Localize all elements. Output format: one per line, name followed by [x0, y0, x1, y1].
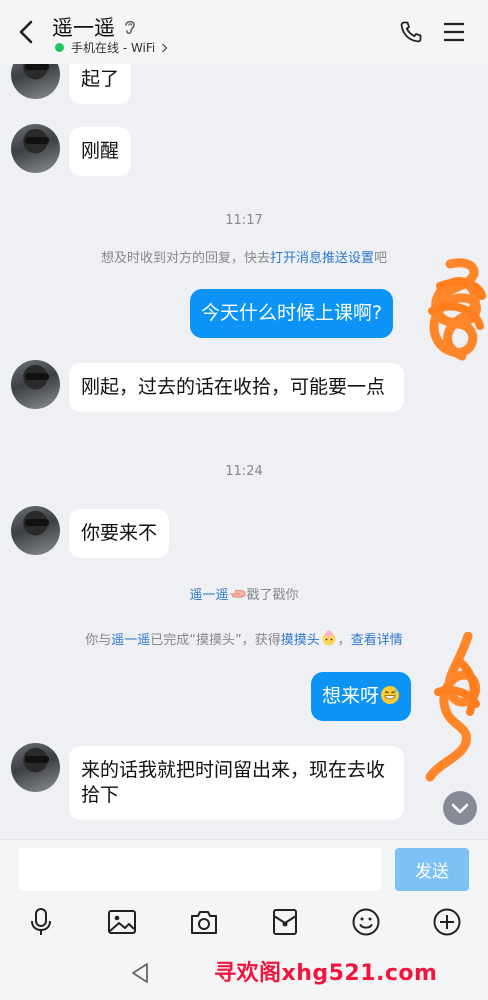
grinning-sweat-emoji — [381, 686, 400, 704]
pat-user-link[interactable]: 遥一遥 — [111, 633, 150, 648]
system-notice-push: 想及时收到对方的回复，快去打开消息推送设置吧 — [0, 247, 488, 266]
chat-header: 遥一遥 手机在线 - WiFi — [0, 0, 488, 64]
send-button[interactable]: 发送 — [395, 848, 469, 891]
message-bubble-outgoing[interactable]: 想来呀 — [311, 672, 412, 721]
pat-head-emoji-icon — [322, 630, 336, 646]
online-dot-icon — [55, 43, 64, 52]
system-text: 吧 — [374, 251, 388, 266]
system-text: 想及时收到对方的回复，快去 — [100, 251, 270, 266]
plus-icon[interactable] — [432, 907, 462, 937]
back-arrow-icon[interactable] — [14, 18, 40, 46]
contact-title[interactable]: 遥一遥 — [52, 12, 137, 42]
image-icon[interactable] — [107, 907, 137, 937]
contact-avatar[interactable] — [11, 360, 60, 409]
timestamp: 11:24 — [225, 464, 263, 479]
redaction-scribble — [428, 258, 486, 361]
online-status-text: 手机在线 - WiFi — [71, 41, 156, 55]
message-bubble-incoming[interactable]: 来的话我就把时间留出来，现在去收拾下 — [69, 746, 404, 820]
message-input[interactable] — [19, 848, 381, 891]
red-packet-icon[interactable] — [270, 907, 300, 937]
system-text: 戳了戳你 — [246, 588, 299, 603]
contact-avatar[interactable] — [11, 743, 60, 792]
pat-badge-link[interactable]: 摸摸头 — [281, 633, 320, 648]
emoji-icon[interactable] — [351, 907, 381, 937]
chevron-down-icon — [451, 803, 469, 814]
chat-message-list[interactable]: 起了 刚醒 11:17 想及时收到对方的回复，快去打开消息推送设置吧 今天什么时… — [0, 64, 488, 839]
contact-avatar[interactable] — [11, 124, 60, 173]
message-bubble-incoming[interactable]: 刚醒 — [69, 127, 132, 176]
chevron-right-icon — [162, 43, 168, 52]
nav-back-icon[interactable] — [130, 962, 150, 984]
system-text: 已完成“摸摸头”，获得 — [150, 633, 281, 648]
contact-name: 遥一遥 — [52, 16, 115, 40]
poke-user-link[interactable]: 遥一遥 — [189, 588, 228, 603]
watermark: 寻欢阁xhg521.com — [214, 961, 438, 986]
input-toolbar — [0, 901, 488, 945]
online-status[interactable]: 手机在线 - WiFi — [55, 39, 168, 56]
system-text: ， — [337, 633, 351, 648]
contact-avatar[interactable] — [11, 64, 60, 99]
redaction-scribble — [425, 632, 481, 782]
phone-call-icon[interactable] — [399, 20, 423, 44]
system-notice-poke: 遥一遥 戳了戳你 — [0, 584, 488, 603]
scroll-to-bottom-button[interactable] — [443, 791, 477, 825]
message-bubble-incoming[interactable]: 你要来不 — [69, 509, 170, 558]
open-push-settings-link[interactable]: 打开消息推送设置 — [270, 251, 374, 266]
message-bubble-incoming[interactable]: 刚起，过去的话在收拾，可能要一点 — [69, 363, 404, 412]
camera-icon[interactable] — [189, 907, 219, 937]
timestamp: 11:17 — [225, 213, 263, 228]
system-notice-pat: 你与遥一遥已完成“摸摸头”，获得摸摸头 ，查看详情 — [0, 629, 488, 648]
menu-icon[interactable] — [443, 22, 465, 42]
contact-avatar[interactable] — [11, 506, 60, 555]
message-text: 想来呀 — [322, 685, 380, 707]
mic-icon[interactable] — [26, 907, 56, 937]
message-composer: 发送 — [0, 839, 488, 901]
system-text: 你与 — [85, 633, 112, 648]
ear-icon — [125, 20, 135, 35]
message-bubble-incoming[interactable]: 起了 — [69, 64, 132, 104]
message-bubble-outgoing[interactable]: 今天什么时候上课啊? — [190, 289, 394, 338]
poke-hand-icon — [229, 589, 246, 598]
view-details-link[interactable]: 查看详情 — [351, 633, 403, 648]
